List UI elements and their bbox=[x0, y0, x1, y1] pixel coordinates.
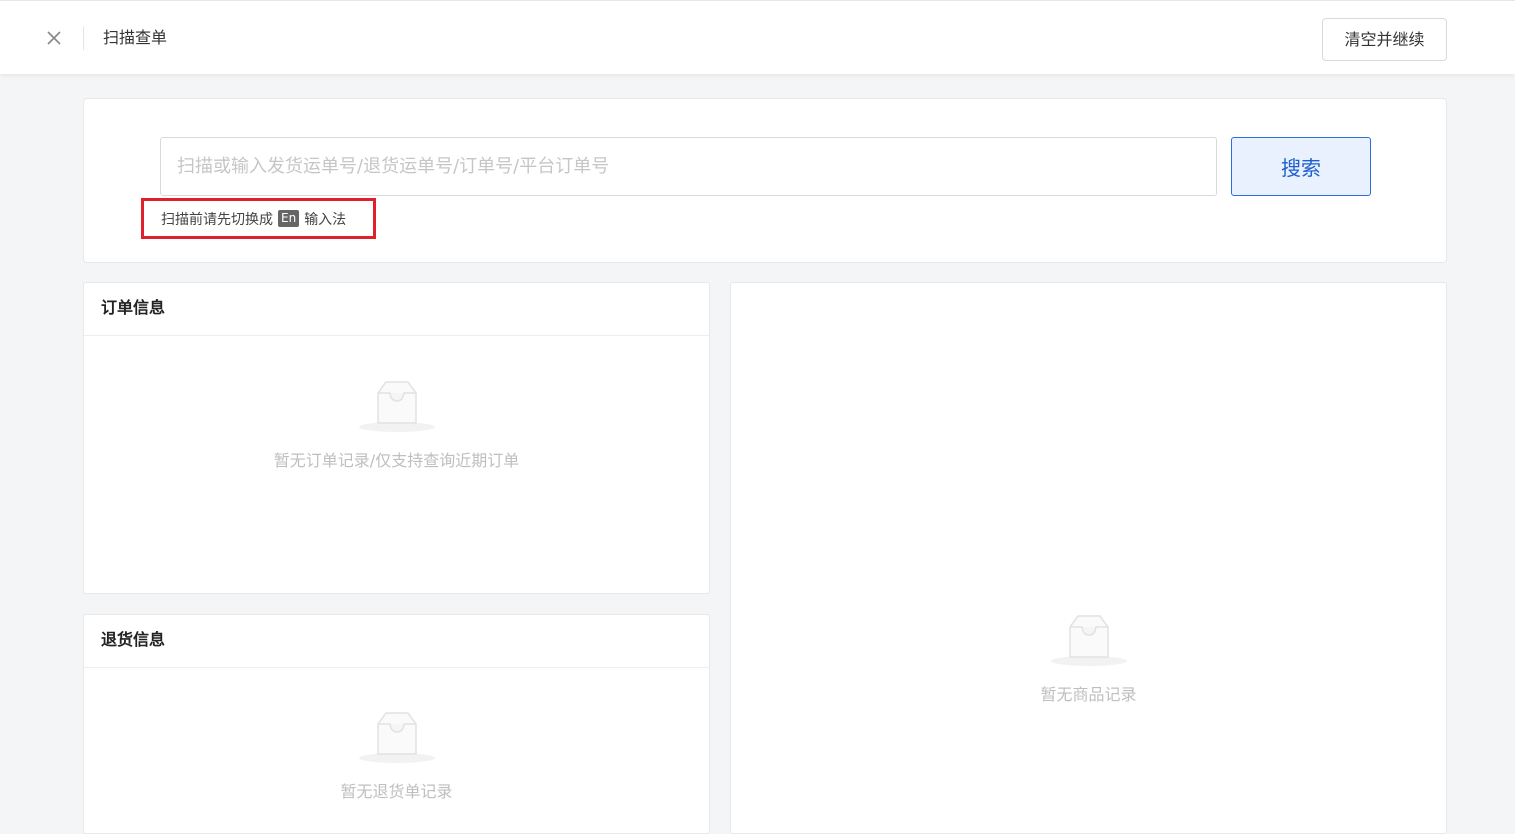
en-badge: En bbox=[278, 210, 300, 227]
close-icon[interactable] bbox=[44, 28, 64, 48]
tip-text-before: 扫描前请先切换成 bbox=[161, 211, 273, 228]
return-info-title: 退货信息 bbox=[84, 615, 709, 668]
order-info-title: 订单信息 bbox=[84, 283, 709, 336]
search-input[interactable] bbox=[160, 137, 1217, 196]
page-title: 扫描查单 bbox=[103, 28, 168, 47]
tip-text-after: 输入法 bbox=[304, 211, 347, 228]
empty-inbox-icon bbox=[1050, 615, 1127, 666]
empty-inbox-icon bbox=[358, 381, 435, 432]
order-empty-state: 暂无订单记录/仅支持查询近期订单 bbox=[84, 379, 709, 471]
empty-inbox-icon bbox=[358, 712, 435, 763]
return-empty-state: 暂无退货单记录 bbox=[84, 710, 709, 802]
order-empty-text: 暂无订单记录/仅支持查询近期订单 bbox=[273, 451, 520, 470]
goods-empty-state: 暂无商品记录 bbox=[731, 613, 1446, 705]
input-method-tip: 扫描前请先切换成 En 输入法 bbox=[141, 198, 376, 239]
header-divider bbox=[83, 26, 84, 50]
clear-and-continue-button[interactable]: 清空并继续 bbox=[1322, 18, 1447, 61]
search-button[interactable]: 搜索 bbox=[1231, 137, 1371, 196]
goods-empty-text: 暂无商品记录 bbox=[1040, 685, 1137, 704]
search-card: 搜索 扫描前请先切换成 En 输入法 bbox=[83, 98, 1447, 263]
goods-panel: 暂无商品记录 bbox=[730, 282, 1447, 834]
return-empty-text: 暂无退货单记录 bbox=[340, 782, 453, 801]
top-bar: 扫描查单 清空并继续 bbox=[0, 0, 1515, 74]
order-info-panel: 订单信息 暂无订单记录/仅支持查询近期订单 bbox=[83, 282, 710, 594]
return-info-panel: 退货信息 暂无退货单记录 bbox=[83, 614, 710, 834]
